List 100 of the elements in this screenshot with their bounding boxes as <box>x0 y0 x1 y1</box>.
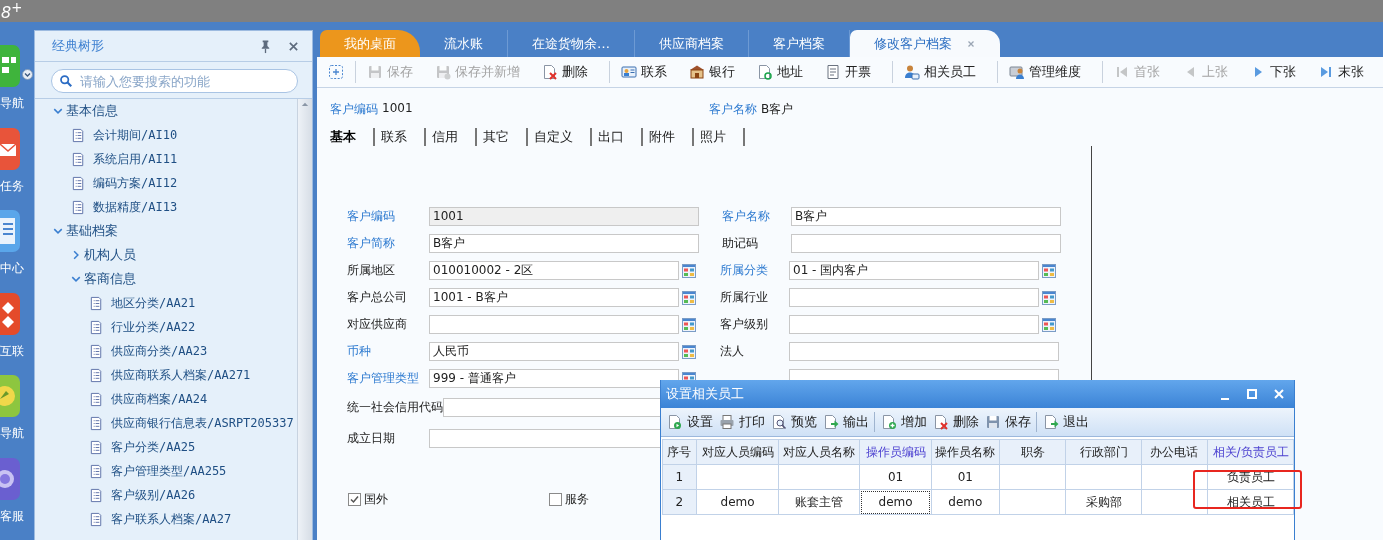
tree-item[interactable]: 地区分类/AA21 <box>111 294 196 312</box>
input-field[interactable]: B客户 <box>791 207 1061 226</box>
toolbar-button[interactable]: 开票 <box>819 61 877 83</box>
tree-item[interactable]: 客户联系人档案/AA27 <box>111 510 232 528</box>
toolbar-button[interactable]: 保存 <box>982 413 1034 431</box>
toolbar-button[interactable]: 预览 <box>768 413 820 431</box>
tree-item[interactable]: 客户管理类型/AA255 <box>111 462 227 480</box>
input-field[interactable]: B客户 <box>429 234 699 253</box>
table-cell: 01 <box>859 464 932 490</box>
tab[interactable]: 信用 <box>426 128 477 146</box>
grid-icon[interactable] <box>681 343 697 360</box>
input-field[interactable] <box>789 342 1059 361</box>
checkbox-label[interactable]: 国外 <box>364 491 388 508</box>
document-icon[interactable] <box>0 210 20 252</box>
tab[interactable]: 附件 <box>643 128 694 146</box>
toolbar-button[interactable]: 增加 <box>878 413 930 431</box>
column-header[interactable]: 操作员名称 <box>931 439 1000 465</box>
column-header[interactable]: 办公电话 <box>1141 439 1208 465</box>
rail-label[interactable]: 导航 <box>0 95 24 112</box>
toolbar-button[interactable]: 地址 <box>751 61 809 83</box>
headset-icon[interactable] <box>0 457 20 500</box>
toolbar-button[interactable]: 打印 <box>716 413 768 431</box>
checkbox-label[interactable]: 服务 <box>565 491 589 508</box>
tree-folder[interactable]: 机构人员 <box>84 246 136 264</box>
toolbar-button[interactable]: 删除 <box>930 413 982 431</box>
column-header[interactable]: 对应人员编码 <box>696 439 779 465</box>
rail-label[interactable]: 客服 <box>0 507 24 525</box>
tree-folder[interactable]: 基本信息 <box>66 102 118 120</box>
document-play-icon <box>667 414 683 430</box>
input-field[interactable]: 1001 - B客户 <box>429 288 679 307</box>
input-field[interactable] <box>791 234 1061 253</box>
toolbar-button[interactable]: 输出 <box>820 413 872 431</box>
rail-label[interactable]: 任务 <box>0 177 24 195</box>
toolbar-button[interactable]: 下张 <box>1244 61 1302 83</box>
grid-icon[interactable] <box>1041 316 1057 333</box>
maximize-icon[interactable] <box>1245 387 1259 401</box>
folders-icon[interactable] <box>0 45 20 87</box>
close-icon[interactable] <box>1272 387 1286 401</box>
tree-item[interactable]: 数据精度/AI13 <box>93 198 178 216</box>
tree-folder[interactable]: 基础档案 <box>66 222 118 240</box>
tree-item[interactable]: 供应商分类/AA23 <box>111 342 208 360</box>
search-field[interactable]: 请输入您要搜索的功能 <box>51 69 298 93</box>
tree-item[interactable]: 行业分类/AA22 <box>111 318 196 336</box>
tree-item[interactable]: 会计期间/AI10 <box>93 126 178 144</box>
checkbox[interactable] <box>348 493 361 506</box>
grid-icon[interactable] <box>681 262 697 279</box>
rail-label[interactable]: 中心 <box>0 260 24 277</box>
grid-icon[interactable] <box>1041 289 1057 306</box>
column-header[interactable]: 操作员编码 <box>859 439 932 465</box>
grid-icon[interactable] <box>1041 262 1057 279</box>
toolbar-button[interactable]: 管理维度 <box>1003 61 1087 83</box>
contact-card-icon <box>621 64 637 80</box>
tab[interactable]: 出口 <box>592 128 643 146</box>
input-field[interactable]: 999 - 普通客户 <box>429 369 679 388</box>
tab[interactable]: 联系 <box>375 128 426 146</box>
envelope-icon[interactable] <box>0 127 20 170</box>
input-field[interactable]: 人民币 <box>429 342 679 361</box>
add-icon[interactable] <box>328 64 344 80</box>
input-field[interactable]: 01 - 国内客户 <box>789 261 1039 280</box>
tree-folder[interactable]: 客商信息 <box>84 270 136 288</box>
column-header[interactable]: 相关/负责员工 <box>1207 439 1294 465</box>
tab[interactable]: 基本 <box>330 128 375 146</box>
rail-label[interactable]: 导航 <box>0 425 24 442</box>
rail-label[interactable]: 互联 <box>0 342 24 360</box>
toolbar-button[interactable]: 退出 <box>1040 413 1092 431</box>
tab[interactable]: 自定义 <box>528 128 592 146</box>
toolbar-button[interactable]: 相关员工 <box>898 61 982 83</box>
input-field[interactable]: 1001 <box>429 207 699 226</box>
column-header[interactable]: 行政部门 <box>1065 439 1142 465</box>
toolbar-button[interactable]: 删除 <box>536 61 594 83</box>
close-icon[interactable] <box>966 38 976 49</box>
leaf-icon[interactable] <box>0 375 20 417</box>
input-field[interactable] <box>789 288 1039 307</box>
column-header[interactable]: 序号 <box>662 439 697 465</box>
tree-item[interactable]: 供应商联系人档案/AA271 <box>111 366 251 384</box>
floppy-icon <box>985 414 1001 430</box>
caret-icon[interactable] <box>22 69 33 80</box>
tab[interactable]: 修改客户档案 <box>850 30 1000 57</box>
tree-item[interactable]: 系统启用/AI11 <box>93 150 178 168</box>
input-field[interactable]: 010010002 - 2区 <box>429 261 679 280</box>
tree-item[interactable]: 客户分类/AA25 <box>111 438 196 456</box>
input-field[interactable] <box>789 315 1039 334</box>
toolbar-button[interactable]: 银行 <box>683 61 741 83</box>
tree-item[interactable]: 供应商档案/AA24 <box>111 390 208 408</box>
toolbar-button[interactable]: 联系 <box>615 61 673 83</box>
tree-item[interactable]: 供应商银行信息表/ASRPT205337 <box>111 414 294 432</box>
tab[interactable]: 其它 <box>477 128 528 146</box>
toolbar-button[interactable]: 末张 <box>1312 61 1370 83</box>
tree-item[interactable]: 客户级别/AA26 <box>111 486 196 504</box>
scrollbar[interactable] <box>297 99 312 540</box>
column-header[interactable]: 对应人员名称 <box>778 439 860 465</box>
close-icon[interactable] <box>287 39 300 53</box>
input-field[interactable] <box>429 315 679 334</box>
grid-icon[interactable] <box>681 316 697 333</box>
toolbar-button[interactable]: 设置 <box>664 413 716 431</box>
tree-item[interactable]: 编码方案/AI12 <box>93 174 178 192</box>
column-header[interactable]: 职务 <box>999 439 1066 465</box>
checkbox[interactable] <box>549 493 562 506</box>
grid-icon[interactable] <box>681 289 697 306</box>
tab[interactable]: 照片 <box>694 128 745 146</box>
